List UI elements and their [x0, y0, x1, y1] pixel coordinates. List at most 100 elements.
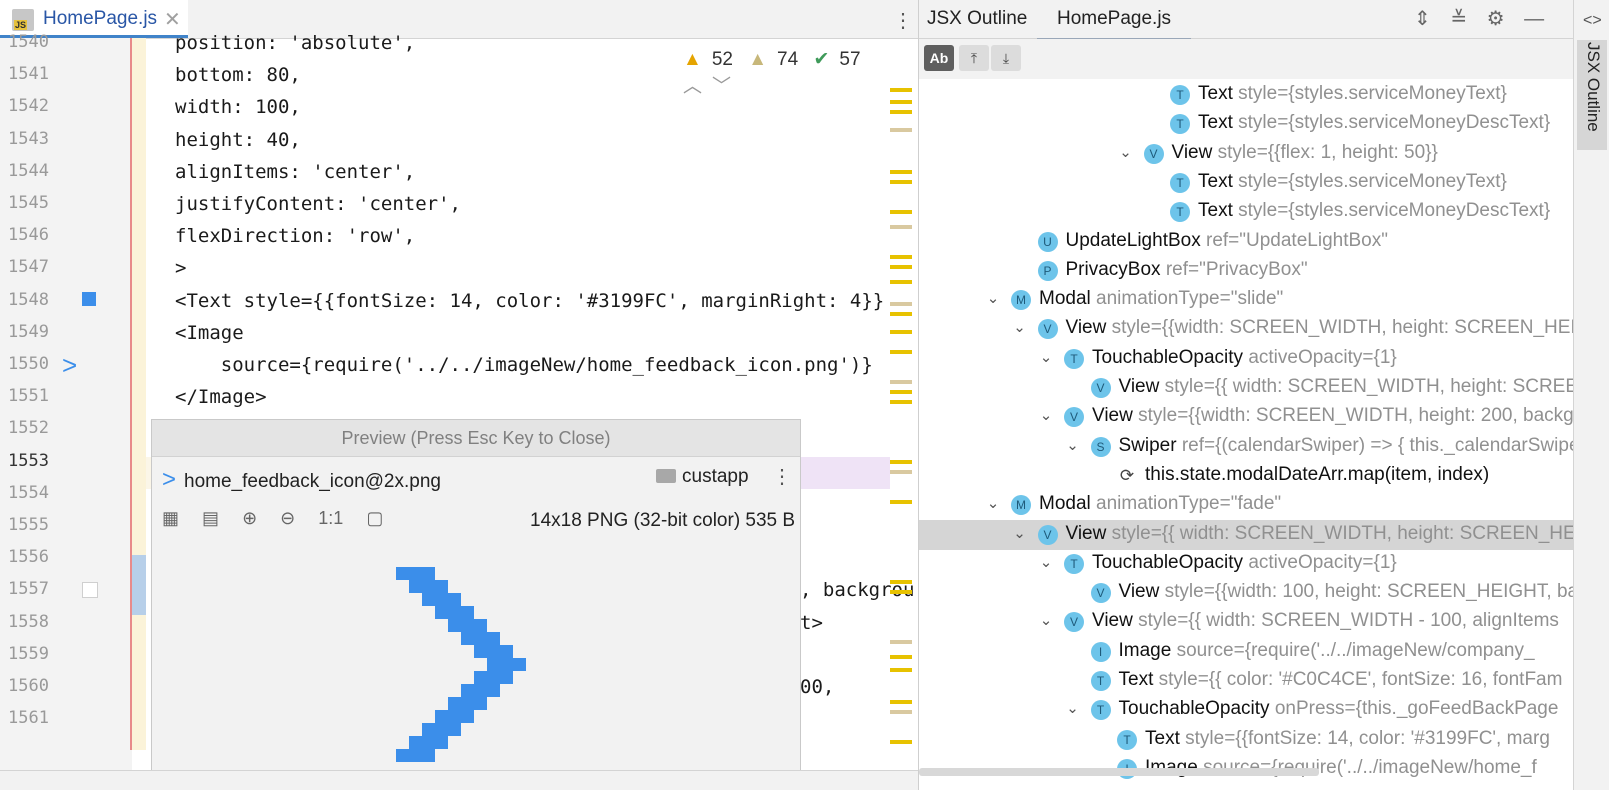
image-preview-popup[interactable]: Preview (Press Esc Key to Close) > home_f…: [151, 419, 801, 790]
error-stripe-mark[interactable]: [890, 180, 912, 184]
next-highlight-icon[interactable]: ﹀: [712, 76, 731, 97]
outline-node[interactable]: ⌄ T TouchableOpacity activeOpacity={1}: [919, 549, 1574, 579]
error-stripe-mark[interactable]: [890, 280, 912, 284]
zoom-in-icon[interactable]: ⊕: [242, 508, 257, 528]
error-stripe-mark[interactable]: [890, 210, 912, 214]
error-stripe-mark[interactable]: [890, 170, 912, 174]
expand-arrow-icon[interactable]: ⌄: [1038, 553, 1054, 571]
gear-icon[interactable]: ⚙: [1487, 8, 1505, 30]
actual-size-icon[interactable]: 1:1: [318, 508, 343, 528]
error-stripe-mark[interactable]: [890, 312, 912, 316]
outline-node[interactable]: ⌄ T TouchableOpacity activeOpacity={1}: [919, 344, 1574, 374]
outline-node[interactable]: T Text style={{fontSize: 14, color: '#319…: [919, 725, 1574, 755]
outline-node[interactable]: T Text style={styles.serviceMoneyDescText…: [919, 197, 1574, 227]
collapse-all-icon[interactable]: ≚: [1450, 8, 1467, 30]
outline-node[interactable]: V View style={{width: 100, height: SCREEN…: [919, 578, 1574, 608]
error-stripe-mark[interactable]: [890, 100, 912, 104]
horizontal-scrollbar[interactable]: [919, 768, 1319, 776]
error-stripe-mark[interactable]: [890, 330, 912, 334]
error-stripe-mark[interactable]: [890, 580, 912, 584]
error-stripe-mark[interactable]: [890, 668, 912, 672]
error-stripe-mark[interactable]: [890, 655, 912, 659]
code-editor[interactable]: JS HomePage.js ✕ ⋮ 1540 1541 1542 1543 1544 1…: [0, 0, 918, 790]
preview-pixel: [422, 723, 435, 736]
error-stripe-mark[interactable]: [890, 460, 912, 464]
error-stripe-mark[interactable]: [890, 640, 912, 644]
move-up-icon[interactable]: ⤒: [959, 45, 989, 71]
error-stripe-mark[interactable]: [890, 390, 912, 394]
bookmark-icon[interactable]: [82, 582, 98, 598]
expand-arrow-icon[interactable]: ⌄: [985, 494, 1001, 512]
more-vertical-icon[interactable]: ⋮: [893, 8, 913, 33]
tab-jsx-outline[interactable]: JSX Outline: [927, 8, 1027, 30]
grid-icon[interactable]: ▤: [202, 508, 219, 528]
outline-node[interactable]: P PrivacyBox ref="PrivacyBox": [919, 256, 1574, 286]
outline-node[interactable]: ⌄ V View style={{width: SCREEN_WIDTH, heig…: [919, 314, 1574, 344]
outline-node[interactable]: ⌄ V View style={{ width: SCREEN_WIDTH - 10…: [919, 607, 1574, 637]
expand-arrow-icon[interactable]: ⌄: [1038, 348, 1054, 366]
more-vertical-icon[interactable]: ⋮: [772, 464, 792, 489]
outline-node[interactable]: I Image source={require('../../imageNew/c…: [919, 637, 1574, 667]
error-stripe[interactable]: [890, 80, 912, 750]
outline-node[interactable]: ⟳ this.state.modalDateArr.map(item, index…: [919, 461, 1574, 491]
checkerboard-icon[interactable]: ▦: [162, 508, 179, 528]
image-gutter-icon[interactable]: >: [62, 350, 77, 381]
fit-zoom-icon[interactable]: ▢: [366, 508, 383, 528]
error-stripe-mark[interactable]: [890, 710, 912, 714]
outline-tree[interactable]: T Text style={styles.serviceMoneyText} T Te…: [919, 80, 1574, 779]
error-stripe-mark[interactable]: [890, 265, 912, 269]
expand-arrow-icon[interactable]: ⌄: [1012, 524, 1028, 542]
outline-node[interactable]: ⌄ V View style={{width: SCREEN_WIDTH, heig…: [919, 402, 1574, 432]
outline-node[interactable]: T Text style={styles.serviceMoneyText}: [919, 80, 1574, 110]
expand-arrow-icon[interactable]: ⌄: [1118, 143, 1134, 161]
prev-highlight-icon[interactable]: ︿: [683, 76, 702, 97]
error-stripe-mark[interactable]: [890, 470, 912, 474]
inspection-widget[interactable]: ▲ 52 ▲ 74 ✔ 57 ︿ ﹀: [683, 48, 918, 98]
error-stripe-mark[interactable]: [890, 590, 912, 594]
expand-arrow-icon[interactable]: ⌄: [1038, 406, 1054, 424]
right-tool-stripe: <> JSX Outline: [1573, 0, 1609, 790]
outline-node[interactable]: ⌄ V View style={{flex: 1, height: 50}}: [919, 139, 1574, 169]
expand-arrow-icon[interactable]: ⌄: [1065, 436, 1081, 454]
outline-node[interactable]: ⌄ V View style={{ width: SCREEN_WIDTH, hei…: [919, 519, 1574, 550]
outline-node[interactable]: T Text style={styles.serviceMoneyText}: [919, 168, 1574, 198]
outline-node[interactable]: U UpdateLightBox ref="UpdateLightBox": [919, 227, 1574, 257]
tab-homepage-js[interactable]: HomePage.js: [1037, 8, 1192, 41]
move-down-icon[interactable]: ⤓: [991, 45, 1021, 71]
error-stripe-mark[interactable]: [890, 350, 912, 354]
preview-file[interactable]: > home_feedback_icon@2x.png: [162, 466, 441, 494]
outline-node[interactable]: V View style={{ width: SCREEN_WIDTH, heig…: [919, 373, 1574, 403]
error-stripe-mark[interactable]: [890, 700, 912, 704]
outline-node[interactable]: T Text style={styles.serviceMoneyDescText…: [919, 109, 1574, 139]
outline-node[interactable]: ⌄ M Modal animationType="slide": [919, 285, 1574, 315]
error-stripe-mark[interactable]: [890, 225, 912, 229]
code-icon[interactable]: <>: [1583, 12, 1602, 30]
expand-arrow-icon[interactable]: ⌄: [1065, 699, 1081, 717]
expand-all-icon[interactable]: ⇕: [1414, 8, 1431, 30]
sort-alphabetically-button[interactable]: Ab: [924, 45, 954, 71]
expand-arrow-icon[interactable]: ⌄: [1038, 611, 1054, 629]
close-tab-icon[interactable]: ✕: [164, 7, 181, 32]
error-stripe-mark[interactable]: [890, 255, 912, 259]
git-diff-marker: [130, 38, 132, 750]
zoom-out-icon[interactable]: ⊖: [280, 508, 295, 528]
jsx-outline-toggle[interactable]: JSX Outline: [1577, 40, 1607, 150]
expand-arrow-icon[interactable]: ⌄: [1012, 318, 1028, 336]
outline-node[interactable]: T Text style={{ color: '#C0C4CE', fontSiz…: [919, 666, 1574, 696]
outline-node[interactable]: ⌄ S Swiper ref={(calendarSwiper) => { this…: [919, 432, 1574, 462]
error-stripe-mark[interactable]: [890, 380, 912, 384]
error-stripe-mark[interactable]: [890, 128, 912, 132]
node-attributes: style={styles.serviceMoneyDescText}: [1238, 200, 1551, 222]
error-stripe-mark[interactable]: [890, 110, 912, 114]
error-stripe-mark[interactable]: [890, 400, 912, 404]
node-label: Modal animationType="fade": [1039, 493, 1281, 515]
error-stripe-mark[interactable]: [890, 302, 912, 306]
color-swatch-icon[interactable]: [82, 292, 96, 306]
error-stripe-mark[interactable]: [890, 740, 912, 744]
outline-node[interactable]: ⌄ M Modal animationType="fade": [919, 490, 1574, 520]
expand-arrow-icon[interactable]: ⌄: [985, 289, 1001, 307]
outline-node[interactable]: ⌄ T TouchableOpacity onPress={this._goFeed…: [919, 695, 1574, 725]
error-stripe-mark[interactable]: [890, 500, 912, 504]
minimize-icon[interactable]: —: [1524, 8, 1544, 30]
error-stripe-mark[interactable]: [890, 88, 912, 92]
